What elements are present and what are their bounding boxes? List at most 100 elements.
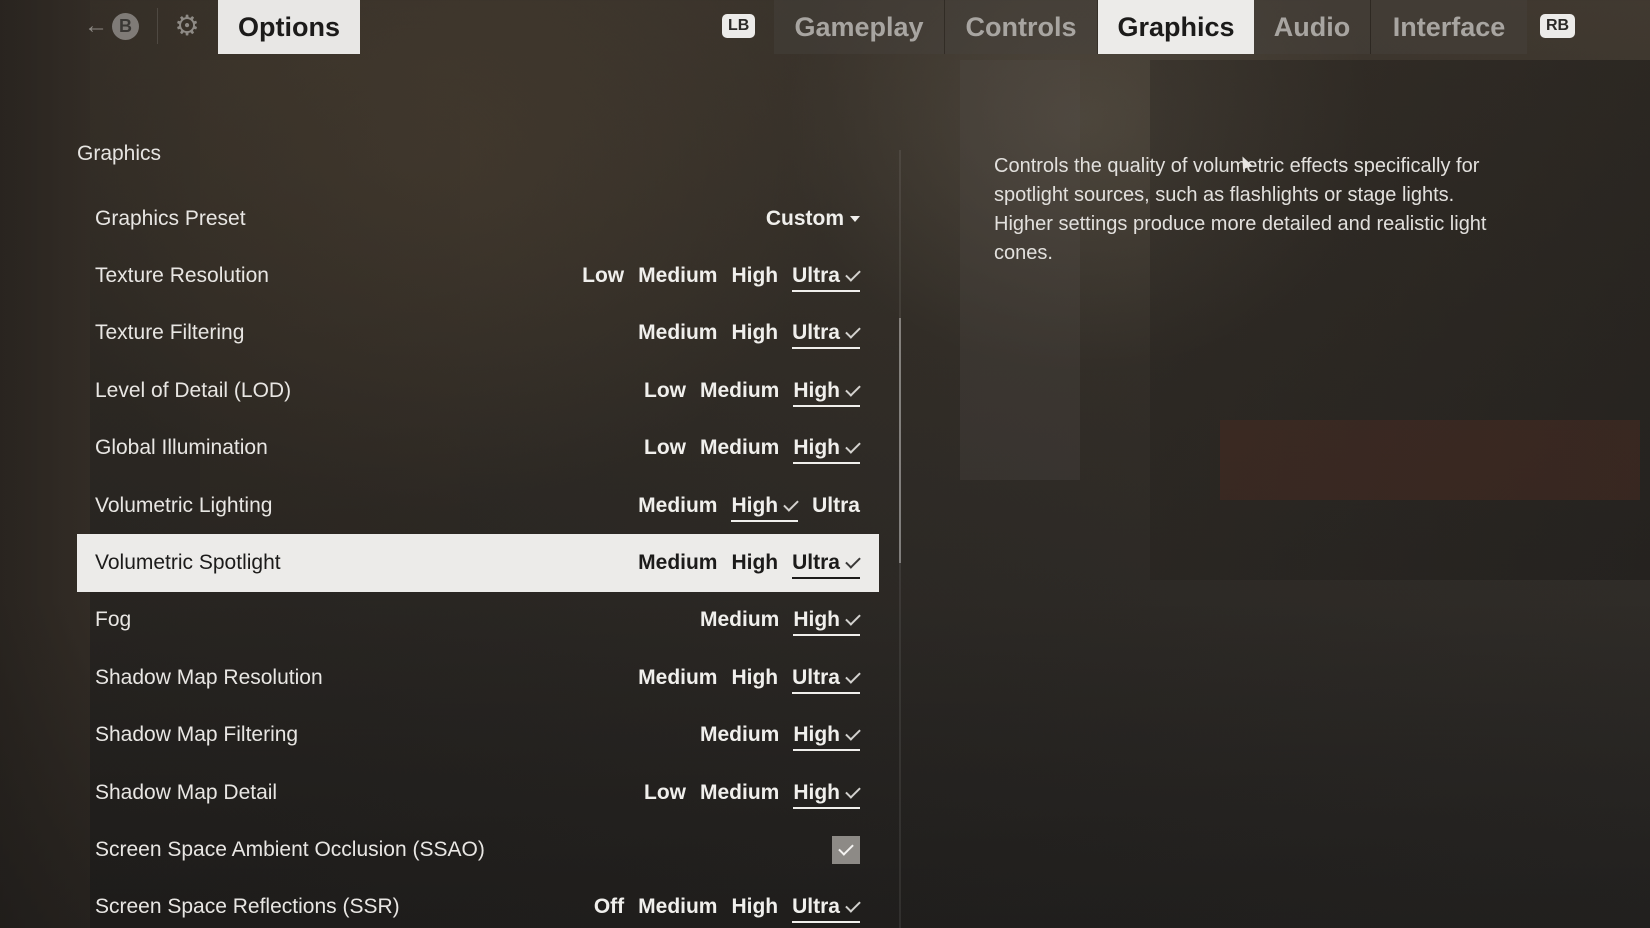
option-group: Off Medium High Ultra bbox=[594, 895, 861, 924]
option-group: Medium High Ultra bbox=[638, 321, 861, 350]
setting-row-graphics-preset[interactable]: Graphics Preset Custom bbox=[77, 190, 879, 247]
option-ultra-selected[interactable]: Ultra bbox=[792, 665, 861, 694]
option-text: Ultra bbox=[792, 321, 840, 345]
checkmark-icon bbox=[845, 323, 861, 340]
option-medium[interactable]: Medium bbox=[700, 723, 779, 747]
checkmark-icon bbox=[845, 266, 861, 282]
option-medium[interactable]: Medium bbox=[638, 494, 717, 518]
ssao-checkbox[interactable] bbox=[832, 835, 860, 864]
lb-bumper-hint[interactable]: LB bbox=[722, 14, 756, 38]
option-ultra-selected[interactable]: Ultra bbox=[792, 551, 861, 580]
option-medium[interactable]: Medium bbox=[638, 895, 717, 919]
option-high-selected[interactable]: High bbox=[793, 781, 861, 809]
option-high-selected[interactable]: High bbox=[793, 378, 861, 407]
option-low[interactable]: Low bbox=[644, 379, 686, 403]
settings-list: Graphics Preset Custom Texture Resolutio… bbox=[77, 190, 879, 928]
setting-row-global-illumination[interactable]: Global Illumination Low Medium High bbox=[77, 420, 879, 477]
option-ultra-selected[interactable]: Ultra bbox=[792, 264, 861, 293]
setting-row-fog[interactable]: Fog Medium High bbox=[77, 592, 879, 649]
option-ultra-selected[interactable]: Ultra bbox=[792, 895, 861, 924]
setting-label: Fog bbox=[95, 608, 132, 632]
checkmark-icon bbox=[845, 725, 861, 741]
option-low[interactable]: Low bbox=[644, 436, 686, 460]
checkmark-icon bbox=[783, 495, 799, 512]
option-high-selected[interactable]: High bbox=[793, 608, 861, 637]
setting-row-shadow-map-filtering[interactable]: Shadow Map Filtering Medium High bbox=[77, 707, 879, 764]
option-low[interactable]: Low bbox=[582, 264, 624, 288]
tab-controls[interactable]: Controls bbox=[945, 0, 1097, 54]
option-high[interactable]: High bbox=[731, 321, 778, 345]
tab-graphics[interactable]: Graphics bbox=[1098, 0, 1254, 54]
option-group: Medium High Ultra bbox=[638, 666, 861, 694]
setting-row-texture-filtering[interactable]: Texture Filtering Medium High Ultra bbox=[77, 305, 879, 362]
setting-row-shadow-map-resolution[interactable]: Shadow Map Resolution Medium High Ultra bbox=[77, 649, 879, 706]
option-medium[interactable]: Medium bbox=[638, 264, 717, 288]
setting-label: Shadow Map Resolution bbox=[95, 665, 323, 689]
tab-gameplay[interactable]: Gameplay bbox=[774, 0, 944, 54]
option-medium[interactable]: Medium bbox=[700, 379, 779, 403]
page-title: Options bbox=[218, 0, 360, 54]
option-group: Medium High bbox=[700, 608, 861, 637]
option-group: Low Medium High bbox=[644, 379, 861, 407]
option-high[interactable]: High bbox=[731, 895, 778, 919]
back-button[interactable]: ← B bbox=[84, 10, 144, 42]
option-text: High bbox=[793, 378, 840, 402]
chevron-down-icon bbox=[850, 215, 860, 222]
checkmark-icon bbox=[845, 381, 861, 397]
tab-audio[interactable]: Audio bbox=[1254, 0, 1370, 54]
option-text: Ultra bbox=[792, 264, 840, 288]
checkmark-icon bbox=[845, 897, 861, 914]
setting-row-volumetric-lighting[interactable]: Volumetric Lighting Medium High Ultra bbox=[77, 477, 879, 534]
option-off[interactable]: Off bbox=[594, 895, 624, 919]
option-text: High bbox=[731, 493, 779, 517]
gear-icon: ⚙ bbox=[174, 10, 200, 41]
option-high[interactable]: High bbox=[731, 264, 778, 288]
divider bbox=[157, 8, 158, 44]
tab-interface[interactable]: Interface bbox=[1371, 0, 1527, 54]
setting-description: Controls the quality of volumetric effec… bbox=[994, 155, 1487, 264]
option-text: Ultra bbox=[792, 895, 840, 919]
setting-label: Global Illumination bbox=[95, 436, 268, 460]
setting-row-volumetric-spotlight[interactable]: Volumetric Spotlight Medium High Ultra bbox=[77, 534, 879, 592]
option-medium[interactable]: Medium bbox=[700, 781, 779, 805]
section-title: Graphics bbox=[77, 142, 162, 165]
setting-row-ssao[interactable]: Screen Space Ambient Occlusion (SSAO) bbox=[77, 821, 879, 878]
setting-label: Screen Space Ambient Occlusion (SSAO) bbox=[95, 837, 485, 861]
option-high-selected[interactable]: High bbox=[731, 493, 799, 522]
option-ultra[interactable]: Ultra bbox=[812, 494, 860, 518]
option-group: Medium High bbox=[700, 723, 861, 752]
setting-row-ssr[interactable]: Screen Space Reflections (SSR) Off Mediu… bbox=[77, 879, 879, 928]
top-bar: ← B ⚙ Options LB Gameplay Controls Graph… bbox=[0, 0, 1650, 54]
scrollbar-thumb[interactable] bbox=[899, 318, 901, 563]
option-high[interactable]: High bbox=[731, 551, 778, 575]
setting-row-texture-resolution[interactable]: Texture Resolution Low Medium High Ultra bbox=[77, 247, 879, 304]
option-text: Ultra bbox=[792, 665, 840, 689]
option-group: Low Medium High bbox=[644, 436, 861, 465]
option-group: Low Medium High Ultra bbox=[582, 264, 861, 293]
setting-label: Volumetric Lighting bbox=[95, 493, 273, 517]
option-high[interactable]: High bbox=[731, 666, 778, 690]
option-high-selected[interactable]: High bbox=[793, 723, 861, 752]
option-medium[interactable]: Medium bbox=[638, 666, 717, 690]
back-arrow-icon: ← bbox=[84, 12, 108, 39]
option-medium[interactable]: Medium bbox=[700, 436, 779, 460]
option-ultra-selected[interactable]: Ultra bbox=[792, 321, 861, 350]
checkmark-icon bbox=[845, 610, 861, 627]
option-medium[interactable]: Medium bbox=[700, 608, 779, 632]
option-text: High bbox=[793, 436, 840, 460]
checkmark-icon bbox=[838, 840, 854, 856]
option-medium[interactable]: Medium bbox=[638, 551, 717, 575]
setting-label: Texture Resolution bbox=[95, 264, 269, 288]
checkmark-icon bbox=[845, 782, 861, 799]
option-medium[interactable]: Medium bbox=[638, 321, 717, 345]
option-high-selected[interactable]: High bbox=[793, 436, 861, 465]
rb-bumper-hint[interactable]: RB bbox=[1540, 14, 1576, 38]
setting-label: Shadow Map Detail bbox=[95, 780, 278, 804]
setting-label: Graphics Preset bbox=[95, 206, 246, 230]
setting-row-level-of-detail[interactable]: Level of Detail (LOD) Low Medium High bbox=[77, 362, 879, 419]
preset-dropdown[interactable]: Custom bbox=[766, 207, 860, 231]
setting-row-shadow-map-detail[interactable]: Shadow Map Detail Low Medium High bbox=[77, 764, 879, 821]
option-low[interactable]: Low bbox=[644, 781, 686, 805]
option-text: High bbox=[793, 723, 840, 747]
setting-label: Shadow Map Filtering bbox=[95, 723, 299, 747]
